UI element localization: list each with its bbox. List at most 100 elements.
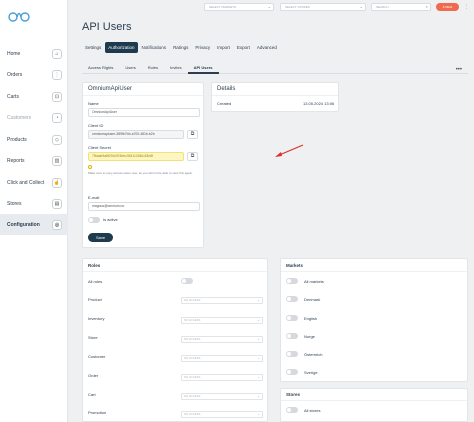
- market-label: English: [304, 316, 318, 321]
- role-access-select[interactable]: NO ACCESS ⌄: [181, 317, 263, 324]
- sidebar-item-carts[interactable]: Carts ⊡: [0, 86, 68, 107]
- tab-ratings[interactable]: Ratings: [170, 42, 191, 53]
- card-title: Stores: [286, 392, 301, 397]
- tab-notifications[interactable]: Notifications: [139, 42, 170, 53]
- role-access-select[interactable]: NO ACCESS ⌄: [181, 411, 263, 418]
- copy-icon: ⧉: [190, 131, 195, 137]
- gear-icon: ◎: [52, 219, 62, 230]
- markets-select[interactable]: SELECT MARKETS ⌄: [204, 3, 274, 11]
- sidebar-item-click-and-collect[interactable]: Click and Collect ☝: [0, 172, 68, 193]
- copy-client-secret-button[interactable]: ⧉: [187, 152, 198, 161]
- select-value: NO ACCESS: [184, 412, 201, 416]
- user-icon: ◔: [52, 112, 62, 123]
- role-label: Product: [88, 297, 102, 302]
- markets-card: Markets All markets Denmark English Norg…: [280, 258, 468, 382]
- role-access-select[interactable]: NO ACCESS ⌄: [181, 355, 263, 362]
- tab-authorization[interactable]: Authorization: [105, 42, 138, 53]
- all-roles-label: All roles: [88, 279, 103, 284]
- new-button[interactable]: 8 NEW: [436, 3, 459, 11]
- tab-export[interactable]: Export: [234, 42, 253, 53]
- authorization-subtabs: Access Rights Users Roles Invites API Us…: [82, 61, 468, 74]
- sidebar-item-label: Click and Collect: [7, 179, 45, 186]
- market-label: Norge: [304, 334, 315, 339]
- copy-client-id-button[interactable]: ⧉: [187, 130, 198, 139]
- sidebar-item-configuration[interactable]: Configuration ◎: [0, 214, 68, 235]
- select-value: NO ACCESS: [184, 337, 201, 341]
- market-label: All markets: [304, 279, 324, 284]
- home-icon: ⌂: [52, 48, 62, 59]
- tab-advanced[interactable]: Advanced: [254, 42, 280, 53]
- sidebar-item-products[interactable]: Products ◇: [0, 129, 68, 150]
- tab-privacy[interactable]: Privacy: [192, 42, 213, 53]
- chevron-down-icon: ⌄: [257, 298, 260, 302]
- warning-icon: [88, 165, 92, 169]
- copy-icon: ⧉: [190, 153, 195, 159]
- market-toggle[interactable]: [286, 369, 298, 375]
- chevron-down-icon: ⌄: [257, 337, 260, 341]
- api-user-card: OmniumApiUser Name OmniumApiUser Client …: [82, 82, 204, 248]
- all-roles-toggle[interactable]: [181, 278, 193, 284]
- sidebar-item-home[interactable]: Home ⌂: [0, 43, 68, 64]
- grid-icon[interactable]: ⋮: [464, 4, 470, 10]
- sidebar-item-stores[interactable]: Stores ▤: [0, 193, 68, 214]
- name-field[interactable]: OmniumApiUser: [88, 108, 200, 117]
- chevron-down-icon: ⌄: [257, 356, 260, 360]
- is-active-toggle[interactable]: [88, 217, 100, 223]
- email-field[interactable]: magnus@omnium.no: [88, 202, 200, 211]
- search-placeholder: SEARCH: [376, 5, 389, 9]
- tab-settings[interactable]: Settings: [82, 42, 104, 53]
- omnium-logo-icon[interactable]: [8, 8, 30, 22]
- sidebar-item-customers[interactable]: Customers ◔: [0, 107, 68, 128]
- stores-select[interactable]: SELECT STORES ⌄: [280, 3, 366, 11]
- subtab-invites[interactable]: Invites: [164, 61, 188, 74]
- stores-select-label: SELECT STORES: [285, 5, 310, 9]
- role-access-select[interactable]: NO ACCESS ⌄: [181, 374, 263, 381]
- sidebar-item-orders[interactable]: Orders ⋮: [0, 64, 68, 85]
- role-access-select[interactable]: NO ACCESS ⌄: [181, 393, 263, 400]
- store-toggle[interactable]: [286, 407, 298, 413]
- client-id-label: Client ID: [88, 123, 104, 128]
- search-input[interactable]: SEARCH ⌕: [371, 3, 431, 11]
- market-toggle[interactable]: [286, 333, 298, 339]
- client-secret-label: Client Secret: [88, 145, 111, 150]
- chart-icon: ▥: [52, 155, 62, 166]
- chevron-down-icon: ⌄: [257, 412, 260, 416]
- subtab-roles[interactable]: Roles: [142, 61, 164, 74]
- sidebar-item-label: Customers: [7, 114, 32, 121]
- card-title: Details: [217, 86, 236, 92]
- sidebar-item-label: Home: [7, 50, 21, 57]
- store-label: All stores: [304, 408, 321, 413]
- save-button[interactable]: Save: [88, 233, 113, 242]
- select-value: NO ACCESS: [184, 356, 201, 360]
- role-access-select[interactable]: NO ACCESS ⌄: [181, 297, 263, 304]
- chevron-down-icon: ⌄: [359, 4, 363, 9]
- sidebar-item-reports[interactable]: Reports ▥: [0, 150, 68, 171]
- more-options-icon[interactable]: •••: [456, 67, 462, 73]
- market-toggle[interactable]: [286, 351, 298, 357]
- market-toggle[interactable]: [286, 278, 298, 284]
- select-value: NO ACCESS: [184, 394, 201, 398]
- divider: [212, 95, 338, 96]
- chevron-down-icon: ⌄: [257, 394, 260, 398]
- role-access-select[interactable]: NO ACCESS ⌄: [181, 336, 263, 343]
- roles-card: Roles All roles Product NO ACCESS ⌄ Inven…: [82, 258, 268, 422]
- tab-import[interactable]: Import: [214, 42, 233, 53]
- subtab-users[interactable]: Users: [119, 61, 141, 74]
- role-label: Order: [88, 373, 99, 378]
- market-toggle[interactable]: [286, 315, 298, 321]
- client-secret-field[interactable]: 7f6aab9a8f294d7f4bbc35411265d-83e8f: [88, 152, 184, 161]
- sidebar-item-label: Reports: [7, 157, 25, 164]
- created-value: 13.05.2024 13:06: [303, 101, 335, 106]
- list-icon: ⋮: [52, 69, 62, 80]
- role-label: Customer: [88, 354, 106, 359]
- subtab-api-users[interactable]: API Users: [187, 61, 219, 74]
- market-toggle[interactable]: [286, 296, 298, 302]
- card-title: OmniumApiUser: [88, 86, 133, 92]
- details-card: Details Created 13.05.2024 13:06: [211, 82, 339, 112]
- role-label: Store: [88, 335, 98, 340]
- subtab-access-rights[interactable]: Access Rights: [82, 61, 119, 74]
- client-id-field[interactable]: omniumapiuser-389fb7bb-a700-481b-b2b: [88, 130, 184, 139]
- market-label: Österreich: [304, 352, 323, 357]
- divider: [281, 271, 467, 272]
- select-value: NO ACCESS: [184, 318, 201, 322]
